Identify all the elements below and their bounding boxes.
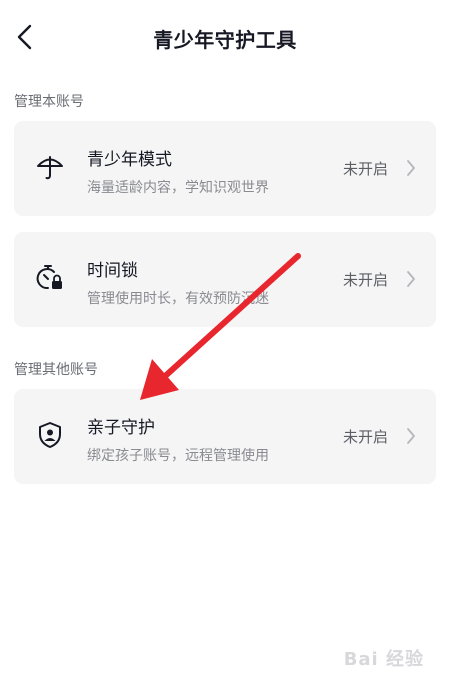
- status-text: 未开启: [342, 428, 388, 446]
- card-title: 时间锁: [87, 261, 138, 281]
- card-subtitle: 管理使用时长，有效预防沉迷: [87, 291, 269, 307]
- card-time-lock[interactable]: 时间锁 管理使用时长，有效预防沉迷 未开启: [14, 232, 436, 327]
- chevron-right-icon: [404, 158, 418, 178]
- chevron-right-icon: [404, 426, 418, 446]
- section-label-other-accounts: 管理其他账号: [14, 362, 98, 378]
- card-subtitle: 海量适龄内容，学知识观世界: [87, 180, 269, 196]
- umbrella-icon: [34, 151, 66, 183]
- page: 青少年守护工具 管理本账号 青少年模式 海量适龄内容，学知识观世界 未开启 时间…: [0, 0, 450, 685]
- card-title: 亲子守护: [87, 418, 155, 438]
- header: 青少年守护工具: [0, 0, 450, 76]
- card-subtitle: 绑定孩子账号，远程管理使用: [87, 448, 269, 464]
- watermark: Bai 经验: [343, 649, 424, 670]
- card-title: 青少年模式: [87, 150, 172, 170]
- status-text: 未开启: [342, 160, 388, 178]
- status-text: 未开启: [342, 271, 388, 289]
- section-label-own-account: 管理本账号: [14, 94, 84, 110]
- shield-user-icon: [34, 419, 66, 451]
- card-parental-guard[interactable]: 亲子守护 绑定孩子账号，远程管理使用 未开启: [14, 389, 436, 484]
- page-title: 青少年守护工具: [153, 28, 297, 52]
- card-teen-mode[interactable]: 青少年模式 海量适龄内容，学知识观世界 未开启: [14, 121, 436, 216]
- chevron-right-icon: [404, 269, 418, 289]
- timer-lock-icon: [34, 262, 66, 294]
